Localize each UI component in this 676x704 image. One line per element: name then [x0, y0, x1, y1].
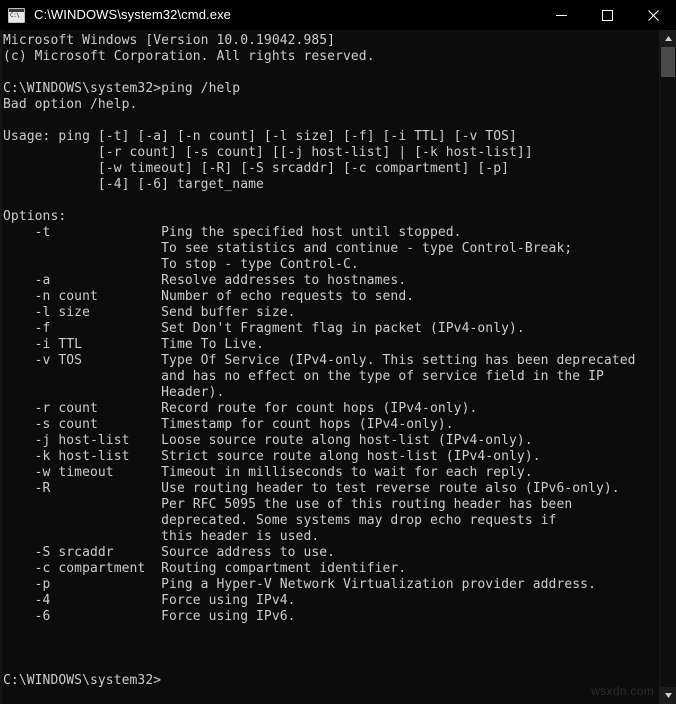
console-area[interactable]: Microsoft Windows [Version 10.0.19042.98…: [0, 30, 676, 704]
window-title: C:\WINDOWS\system32\cmd.exe: [34, 7, 232, 22]
scroll-down-arrow-icon[interactable]: [660, 687, 676, 704]
cmd-window: C:\WINDOWS\system32\cmd.exe Micros: [0, 0, 676, 704]
vertical-scrollbar[interactable]: [659, 30, 676, 704]
minimize-button[interactable]: [538, 0, 584, 30]
maximize-button[interactable]: [584, 0, 630, 30]
console-output[interactable]: Microsoft Windows [Version 10.0.19042.98…: [2, 30, 659, 704]
title-bar[interactable]: C:\WINDOWS\system32\cmd.exe: [0, 0, 676, 30]
scroll-up-arrow-icon[interactable]: [660, 30, 676, 47]
window-controls: [538, 0, 676, 30]
scrollbar-thumb[interactable]: [661, 47, 675, 77]
console-icon: [8, 7, 25, 23]
close-button[interactable]: [630, 0, 676, 30]
scrollbar-track[interactable]: [660, 47, 676, 687]
